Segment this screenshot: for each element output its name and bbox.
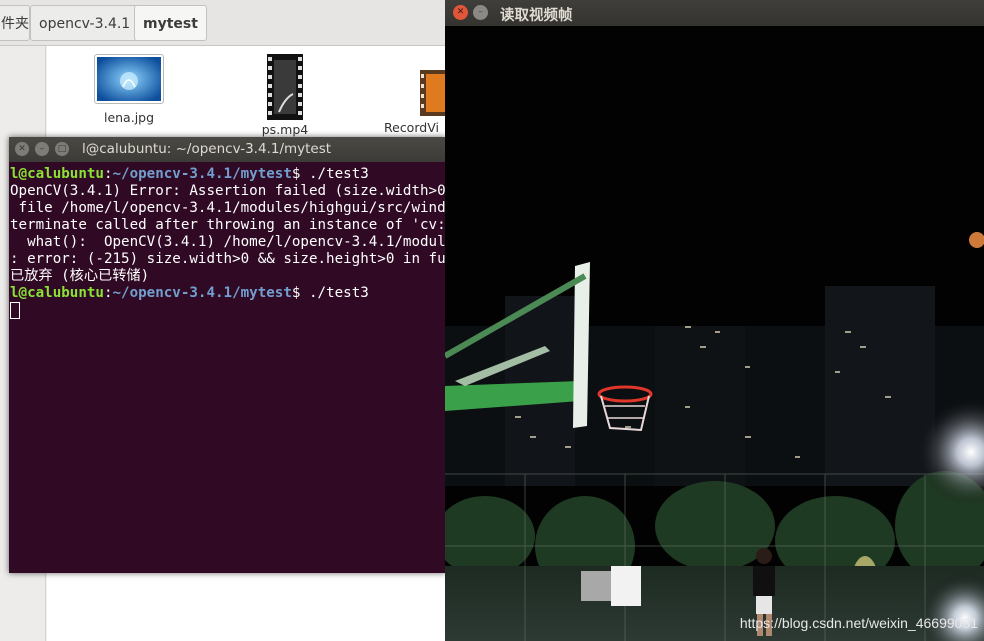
close-icon[interactable]: ✕ <box>453 5 468 20</box>
breadcrumb-parent[interactable]: 件夹 <box>0 5 30 41</box>
watermark-text: https://blog.csdn.net/weixin_46699031 <box>739 615 978 631</box>
video-window[interactable]: ✕ – 读取视频帧 https://blog.csdn.net/weixin_4… <box>445 0 984 641</box>
prompt-end: $ <box>291 166 309 182</box>
output-line: terminate called after throwing an insta… <box>10 217 446 233</box>
prompt-sep: : <box>103 166 113 182</box>
terminal-titlebar[interactable]: ✕ – □ l@calubuntu: ~/opencv-3.4.1/mytest <box>9 137 446 162</box>
minimize-icon[interactable]: – <box>35 142 49 156</box>
breadcrumb-opencv[interactable]: opencv-3.4.1 <box>30 5 140 41</box>
terminal-window[interactable]: ✕ – □ l@calubuntu: ~/opencv-3.4.1/mytest… <box>9 137 446 573</box>
path-bar: 件夹 opencv-3.4.1 mytest <box>0 0 446 46</box>
minimize-icon[interactable]: – <box>473 5 488 20</box>
close-icon[interactable]: ✕ <box>15 142 29 156</box>
image-thumbnail-icon <box>94 54 164 104</box>
text-cursor <box>10 302 20 319</box>
output-line: OpenCV(3.4.1) Error: Assertion failed (s… <box>10 183 446 199</box>
prompt-path: ~/opencv-3.4.1/mytest <box>112 166 292 182</box>
prompt-user: l@calubuntu <box>10 166 104 182</box>
file-item-lena[interactable]: lena.jpg <box>74 54 184 125</box>
file-item-ps-mp4[interactable]: ps.mp4 <box>230 54 340 137</box>
video-titlebar[interactable]: ✕ – 读取视频帧 <box>445 0 984 26</box>
file-name: ps.mp4 <box>261 122 309 137</box>
prompt-line: l@calubuntu:~/opencv-3.4.1/mytest$ ./tes… <box>10 285 445 302</box>
desktop: 件夹 opencv-3.4.1 mytest lena.jpg ps.mp4 R… <box>0 0 984 641</box>
video-window-title: 读取视频帧 <box>500 8 573 24</box>
prompt-end: $ <box>291 285 309 301</box>
output-line: : error: (-215) size.width>0 && size.hei… <box>10 251 446 267</box>
prompt-line: l@calubuntu:~/opencv-3.4.1/mytest$ ./tes… <box>10 166 445 183</box>
video-frame: https://blog.csdn.net/weixin_46699031 <box>445 26 984 641</box>
video-thumbnail-icon <box>267 54 303 120</box>
output-line: file /home/l/opencv-3.4.1/modules/highgu… <box>18 200 446 216</box>
terminal-output[interactable]: l@calubuntu:~/opencv-3.4.1/mytest$ ./tes… <box>9 162 446 319</box>
file-name: lena.jpg <box>103 110 155 125</box>
basketball-court-night-image <box>445 26 984 641</box>
command-text: ./test3 <box>308 285 369 301</box>
prompt-user: l@calubuntu <box>10 285 104 301</box>
terminal-title: l@calubuntu: ~/opencv-3.4.1/mytest <box>82 141 332 157</box>
maximize-icon[interactable]: □ <box>55 142 69 156</box>
prompt-sep: : <box>103 285 113 301</box>
output-line: 已放弃 (核心已转储) <box>10 268 150 284</box>
breadcrumb-mytest[interactable]: mytest <box>134 5 207 41</box>
output-line: what(): OpenCV(3.4.1) /home/l/opencv-3.4… <box>27 234 446 250</box>
command-text: ./test3 <box>308 166 369 182</box>
prompt-path: ~/opencv-3.4.1/mytest <box>112 285 292 301</box>
